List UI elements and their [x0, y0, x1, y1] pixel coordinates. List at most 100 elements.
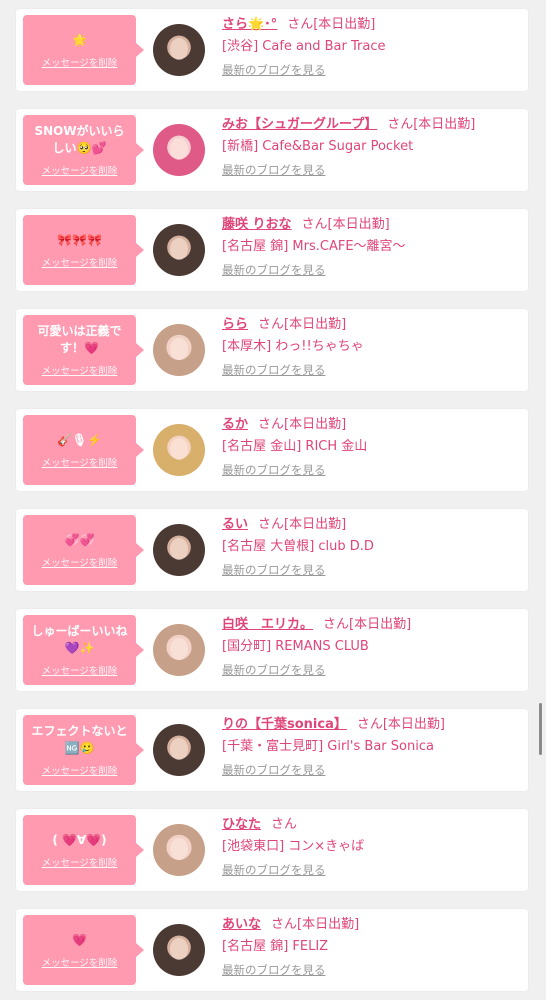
shop-name: [本厚木] わっ!!ちゃちゃ — [222, 339, 364, 354]
message-text: 🎸🎙⚡️ — [56, 432, 103, 447]
latest-blog-link[interactable]: 最新のブログを見る — [222, 462, 326, 478]
avatar-face — [170, 738, 188, 760]
shop-name: [名古屋 錦] FELIZ — [222, 939, 329, 954]
name-line: るい さん[本日出勤] — [222, 515, 522, 535]
cast-name-link[interactable]: ひなた — [222, 817, 261, 832]
delete-message-link[interactable]: メッセージを削除 — [42, 955, 118, 969]
message-text: 💞💞 — [64, 532, 95, 547]
shop-name: [千葉・富士見町] Girl's Bar Sonica — [222, 739, 434, 754]
avatar-face — [170, 338, 188, 360]
cast-info: ひなた さん [池袋東口] コン×きゃば 最新のブログを見る — [222, 815, 522, 878]
cast-info: るい さん[本日出勤] [名古屋 大曽根] club D.D 最新のブログを見る — [222, 515, 522, 578]
delete-message-link[interactable]: メッセージを削除 — [42, 363, 118, 377]
cast-info: あいな さん[本日出勤] [名古屋 錦] FELIZ 最新のブログを見る — [222, 915, 522, 978]
avatar-face — [170, 538, 188, 560]
delete-message-link[interactable]: メッセージを削除 — [42, 55, 118, 69]
message-text: しゅーばーいいね💜✨ — [31, 624, 128, 655]
cast-status: さん[本日出勤] — [258, 417, 347, 432]
cast-info: 白咲 エリカ。 さん[本日出勤] [国分町] REMANS CLUB 最新のブログ… — [222, 615, 522, 678]
avatar[interactable] — [153, 624, 205, 676]
cast-status: さん[本日出勤] — [287, 17, 376, 32]
avatar[interactable] — [153, 524, 205, 576]
latest-blog-link[interactable]: 最新のブログを見る — [222, 962, 326, 978]
avatar[interactable] — [153, 124, 205, 176]
message-text: 🎀🎀🎀 — [57, 232, 102, 247]
scrollbar[interactable] — [539, 703, 542, 755]
name-line: 藤咲 りおな さん[本日出勤] — [222, 215, 522, 235]
message-bubble: しゅーばーいいね💜✨ メッセージを削除 — [23, 615, 144, 685]
message-card: 🌟 メッセージを削除 さら🌟･° さん[本日出勤] [渋谷] Cafe and B… — [16, 9, 528, 91]
message-text: 可愛いは正義です！💗 — [37, 324, 122, 355]
cast-info: るか さん[本日出勤] [名古屋 金山] RICH 金山 最新のブログを見る — [222, 415, 522, 478]
cast-info: りの【千葉sonica】 さん[本日出勤] [千葉・富士見町] Girl's Ba… — [222, 715, 522, 778]
name-line: あいな さん[本日出勤] — [222, 915, 522, 935]
message-card: SNOWがいいらしい🥺💕 メッセージを削除 みお【シュガーグループ】 さん[本日出… — [16, 109, 528, 191]
latest-blog-link[interactable]: 最新のブログを見る — [222, 562, 326, 578]
cast-name-link[interactable]: 藤咲 りおな — [222, 217, 292, 232]
cast-name-link[interactable]: りの【千葉sonica】 — [222, 717, 347, 732]
message-bubble: ( 💗∀💗) メッセージを削除 — [23, 815, 144, 885]
delete-message-link[interactable]: メッセージを削除 — [42, 455, 118, 469]
delete-message-link[interactable]: メッセージを削除 — [42, 663, 118, 677]
delete-message-link[interactable]: メッセージを削除 — [42, 255, 118, 269]
message-text: ( 💗∀💗) — [52, 832, 107, 847]
avatar[interactable] — [153, 424, 205, 476]
avatar[interactable] — [153, 924, 205, 976]
cast-status: さん[本日出勤] — [323, 617, 412, 632]
cast-name-link[interactable]: らら — [222, 317, 248, 332]
latest-blog-link[interactable]: 最新のブログを見る — [222, 762, 326, 778]
delete-message-link[interactable]: メッセージを削除 — [42, 555, 118, 569]
message-card: 💞💞 メッセージを削除 るい さん[本日出勤] [名古屋 大曽根] club D.… — [16, 509, 528, 591]
cast-name-link[interactable]: みお【シュガーグループ】 — [222, 117, 377, 132]
message-bubble: 🎀🎀🎀 メッセージを削除 — [23, 215, 144, 285]
cast-status: さん[本日出勤] — [301, 217, 390, 232]
cast-name-link[interactable]: るか — [222, 417, 248, 432]
cast-info: 藤咲 りおな さん[本日出勤] [名古屋 錦] Mrs.CAFE～離宮～ 最新のブ… — [222, 215, 522, 278]
avatar-face — [170, 38, 188, 60]
shop-name: [名古屋 錦] Mrs.CAFE～離宮～ — [222, 239, 406, 254]
shop-name: [名古屋 金山] RICH 金山 — [222, 439, 368, 454]
shop-name: [国分町] REMANS CLUB — [222, 639, 369, 654]
message-card: 🎸🎙⚡️ メッセージを削除 るか さん[本日出勤] [名古屋 金山] RICH 金… — [16, 409, 528, 491]
message-text: 🌟 — [72, 32, 87, 47]
avatar[interactable] — [153, 24, 205, 76]
cast-name-link[interactable]: 白咲 エリカ。 — [222, 617, 313, 632]
avatar-face — [170, 638, 188, 660]
cast-name-link[interactable]: さら🌟･° — [222, 17, 277, 32]
delete-message-link[interactable]: メッセージを削除 — [42, 163, 118, 177]
avatar-face — [170, 138, 188, 160]
message-card: 💗 メッセージを削除 あいな さん[本日出勤] [名古屋 錦] FELIZ 最新の… — [16, 909, 528, 991]
name-line: みお【シュガーグループ】 さん[本日出勤] — [222, 115, 522, 135]
avatar[interactable] — [153, 224, 205, 276]
name-line: さら🌟･° さん[本日出勤] — [222, 15, 522, 35]
cast-status: さん[本日出勤] — [271, 917, 360, 932]
message-text: SNOWがいいらしい🥺💕 — [34, 124, 125, 155]
message-bubble: SNOWがいいらしい🥺💕 メッセージを削除 — [23, 115, 144, 185]
name-line: 白咲 エリカ。 さん[本日出勤] — [222, 615, 522, 635]
message-bubble: エフェクトないと🆖🥲 メッセージを削除 — [23, 715, 144, 785]
message-card: エフェクトないと🆖🥲 メッセージを削除 りの【千葉sonica】 さん[本日出勤]… — [16, 709, 528, 791]
latest-blog-link[interactable]: 最新のブログを見る — [222, 362, 326, 378]
name-line: らら さん[本日出勤] — [222, 315, 522, 335]
latest-blog-link[interactable]: 最新のブログを見る — [222, 62, 326, 78]
avatar-face — [170, 238, 188, 260]
cast-info: らら さん[本日出勤] [本厚木] わっ!!ちゃちゃ 最新のブログを見る — [222, 315, 522, 378]
avatar-face — [170, 938, 188, 960]
latest-blog-link[interactable]: 最新のブログを見る — [222, 262, 326, 278]
cast-name-link[interactable]: あいな — [222, 917, 261, 932]
shop-name: [池袋東口] コン×きゃば — [222, 839, 365, 854]
latest-blog-link[interactable]: 最新のブログを見る — [222, 662, 326, 678]
cast-name-link[interactable]: るい — [222, 517, 248, 532]
cast-info: みお【シュガーグループ】 さん[本日出勤] [新橋] Cafe&Bar Sugar… — [222, 115, 522, 178]
avatar[interactable] — [153, 324, 205, 376]
delete-message-link[interactable]: メッセージを削除 — [42, 763, 118, 777]
delete-message-link[interactable]: メッセージを削除 — [42, 855, 118, 869]
avatar[interactable] — [153, 824, 205, 876]
message-text: エフェクトないと🆖🥲 — [31, 724, 128, 755]
latest-blog-link[interactable]: 最新のブログを見る — [222, 162, 326, 178]
avatar[interactable] — [153, 724, 205, 776]
message-card: 可愛いは正義です！💗 メッセージを削除 らら さん[本日出勤] [本厚木] わっ!… — [16, 309, 528, 391]
latest-blog-link[interactable]: 最新のブログを見る — [222, 862, 326, 878]
shop-name: [新橋] Cafe&Bar Sugar Pocket — [222, 139, 414, 154]
message-card: ( 💗∀💗) メッセージを削除 ひなた さん [池袋東口] コン×きゃば 最新のブ… — [16, 809, 528, 891]
